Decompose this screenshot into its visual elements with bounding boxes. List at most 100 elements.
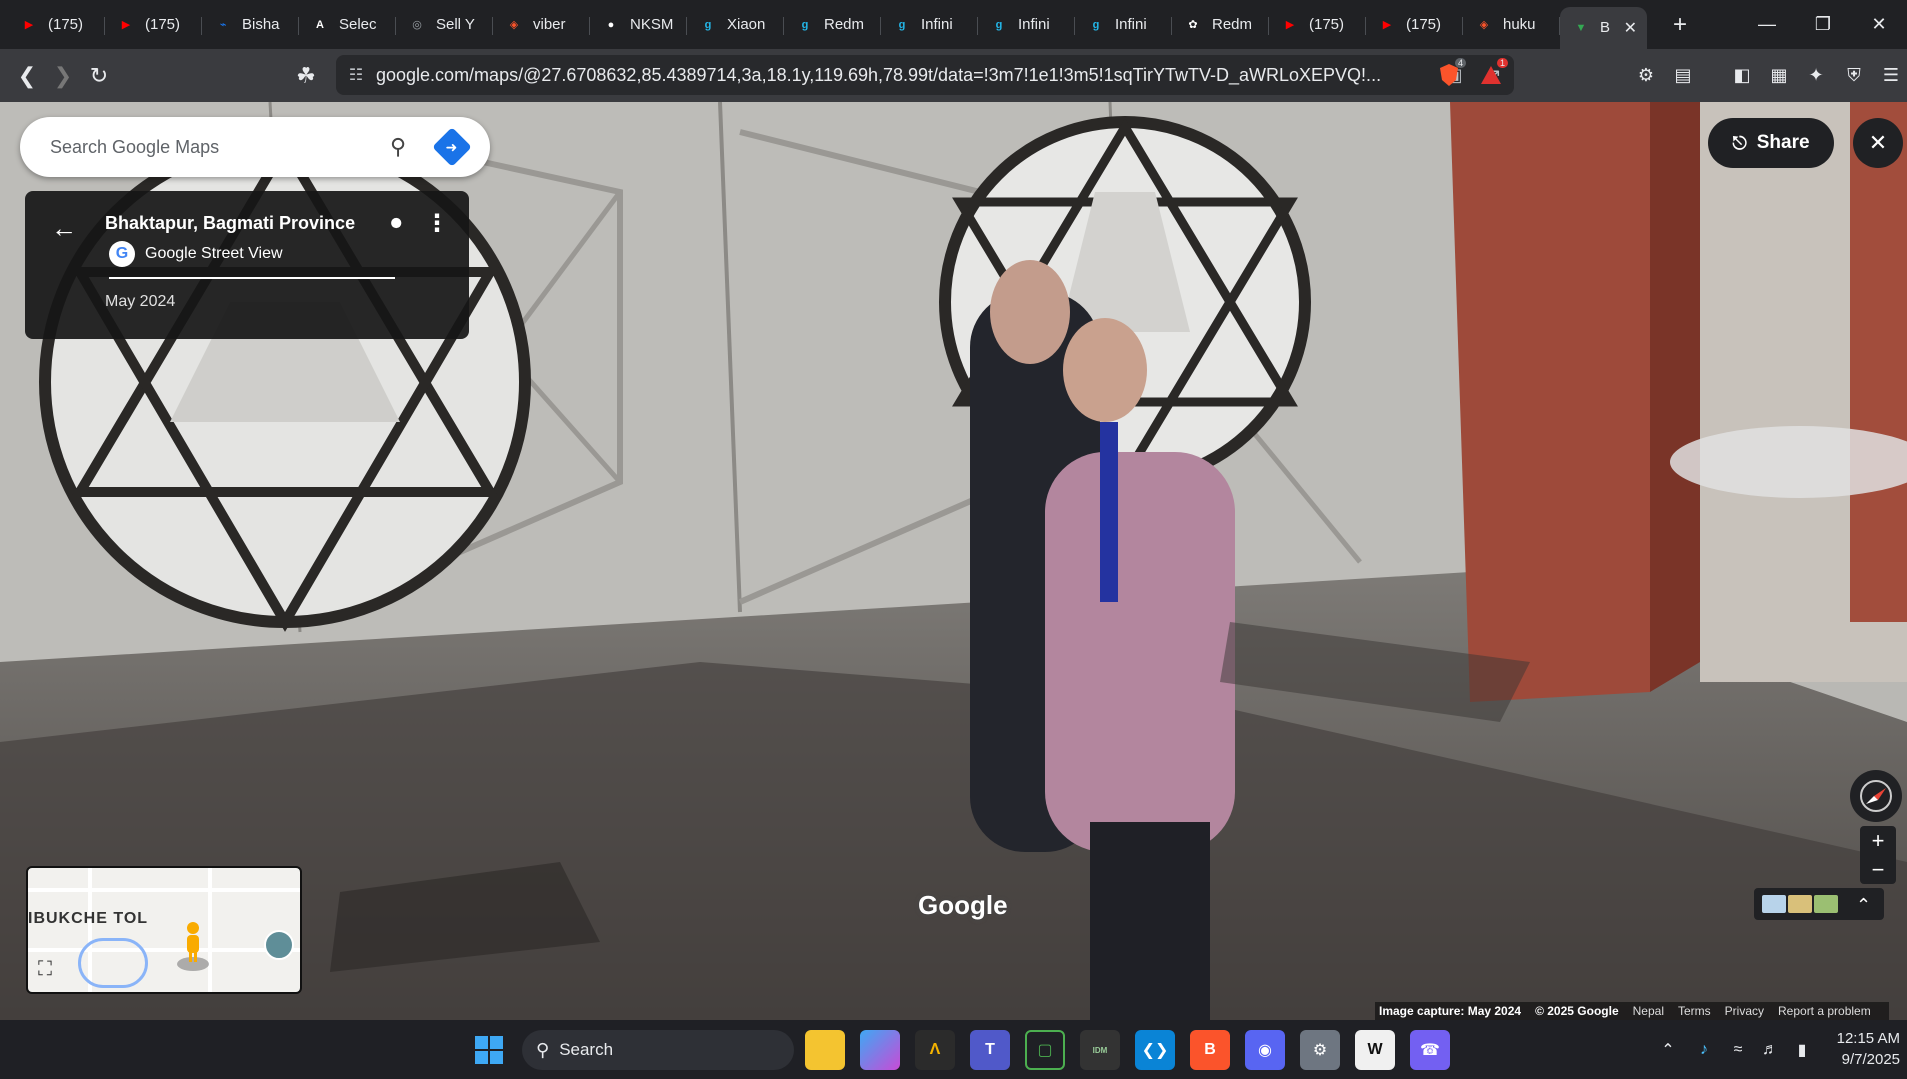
close-window-button[interactable]: ✕ — [1851, 0, 1907, 49]
browser-tab[interactable]: g Redm — [784, 7, 881, 43]
wallet-icon[interactable]: ▦ — [1764, 60, 1794, 90]
browser-tab-active[interactable]: ▼ B ✕ — [1560, 6, 1647, 49]
file-explorer-icon[interactable] — [805, 1030, 845, 1070]
viber-icon[interactable]: ☎ — [1410, 1030, 1450, 1070]
browser-tab[interactable]: ▶ (175) — [1366, 7, 1463, 43]
browser-tab[interactable]: A Selec — [299, 7, 396, 43]
capture-date-button[interactable]: May 2024 — [105, 293, 175, 311]
place-title[interactable]: Bhaktapur, Bagmati Province — [105, 213, 355, 234]
google-maps-icon: ▼ — [1575, 21, 1587, 34]
browser-tab[interactable]: g Infini — [881, 7, 978, 43]
report-problem-link[interactable]: Report a problem — [1778, 1004, 1871, 1018]
messenger-icon: ⌁ — [219, 19, 227, 31]
xbox-game-bar-icon[interactable]: ▢ — [1025, 1030, 1065, 1070]
map-thumbnail[interactable] — [1814, 895, 1838, 913]
image-capture-label: Image capture: May 2024 — [1379, 1004, 1522, 1018]
chevron-up-icon[interactable]: ⌃ — [1856, 895, 1880, 915]
tab-title: Infini — [921, 16, 953, 33]
search-input[interactable]: Search Google Maps — [50, 137, 376, 158]
forward-button[interactable]: ❯ — [45, 58, 81, 94]
browser-tab[interactable]: ✿ Redm — [1172, 7, 1269, 43]
reader-icon[interactable]: ▤ — [1668, 60, 1698, 90]
site-settings-icon[interactable]: ☷ — [336, 65, 376, 85]
chevron-up-icon[interactable]: ⌃ — [1650, 1040, 1686, 1060]
map-thumbnail[interactable] — [1762, 895, 1786, 913]
leo-ai-icon[interactable]: ✦ — [1801, 60, 1831, 90]
app-icon[interactable]: Λ — [915, 1030, 955, 1070]
menu-icon[interactable]: ☰ — [1876, 60, 1906, 90]
vscode-icon[interactable]: ❮❯ — [1135, 1030, 1175, 1070]
back-button[interactable]: ❮ — [9, 58, 45, 94]
compass-button[interactable] — [1850, 770, 1902, 822]
windows-start-icon[interactable] — [469, 1030, 509, 1070]
gsmarena-icon: g — [704, 18, 712, 31]
reload-button[interactable]: ↻ — [81, 58, 117, 94]
terms-link[interactable]: Terms — [1678, 1004, 1711, 1018]
time-label: 12:15 AM — [1836, 1030, 1900, 1047]
copilot-icon[interactable] — [860, 1030, 900, 1070]
teams-icon[interactable]: T — [970, 1030, 1010, 1070]
microphone-icon[interactable]: ♪ — [1686, 1041, 1722, 1059]
search-icon[interactable]: ⚲ — [376, 125, 420, 169]
browser-tab[interactable]: ▶ (175) — [1269, 7, 1366, 43]
app-icon[interactable]: W — [1355, 1030, 1395, 1070]
maximize-button[interactable]: ❐ — [1795, 0, 1851, 49]
youtube-icon: ▶ — [121, 19, 131, 31]
search-icon: ⚲ — [536, 1039, 550, 1060]
mini-map[interactable]: IBUKCHE TOL ⛶ — [26, 866, 302, 994]
school-icon[interactable] — [264, 930, 294, 960]
vpn-icon[interactable]: ⛨ — [1839, 60, 1869, 90]
maps-footer: Image capture: May 2024 © 2025 Google Ne… — [1375, 1002, 1889, 1020]
browser-tab[interactable]: ◎ Sell Y — [396, 7, 493, 43]
bookmark-icon[interactable]: ☘ — [288, 58, 324, 94]
url-text[interactable]: google.com/maps/@27.6708632,85.4389714,3… — [376, 65, 1434, 86]
street-view-panorama[interactable]: Search Google Maps ⚲ ➜ ← Bhaktapur, Bagm… — [0, 102, 1907, 1020]
share-button[interactable]: ⎋ Share — [1708, 118, 1834, 168]
extensions-icon[interactable]: ⚙ — [1631, 60, 1661, 90]
brave-browser-icon[interactable]: B — [1190, 1030, 1230, 1070]
browser-tab[interactable]: ◈ huku — [1463, 7, 1560, 43]
location-pin-icon[interactable]: ⚫ — [387, 211, 405, 237]
clock[interactable]: 12:15 AM 9/7/2025 — [1820, 1028, 1900, 1070]
browser-tab[interactable]: g Xiaon — [687, 7, 784, 43]
minimize-button[interactable]: — — [1739, 0, 1795, 49]
new-tab-button[interactable]: + — [1665, 11, 1695, 39]
battery-icon[interactable]: ▮ — [1786, 1040, 1818, 1060]
brave-shields-icon[interactable]: 4 — [1434, 58, 1466, 90]
zoom-in-button[interactable]: + — [1872, 826, 1885, 855]
browser-tab[interactable]: g Infini — [1075, 7, 1172, 43]
youtube-icon: ▶ — [24, 19, 34, 31]
tab-title: (175) — [48, 16, 84, 33]
expand-map-icon[interactable]: ⛶ — [38, 958, 66, 986]
imagery-thumbnails[interactable]: ⌃ — [1754, 888, 1884, 920]
settings-icon[interactable]: ⚙ — [1300, 1030, 1340, 1070]
brave-rewards-icon[interactable]: 1 — [1476, 58, 1508, 90]
close-street-view-button[interactable]: ✕ — [1853, 118, 1903, 168]
discord-icon[interactable]: ◉ — [1245, 1030, 1285, 1070]
country-link[interactable]: Nepal — [1633, 1004, 1664, 1018]
mini-map-area-label: IBUKCHE TOL — [28, 910, 149, 927]
zoom-out-button[interactable]: − — [1872, 855, 1885, 884]
browser-tab[interactable]: ⌁ Bisha — [202, 7, 299, 43]
tab-title: Bisha — [242, 16, 280, 33]
app-icon[interactable]: IDM — [1080, 1030, 1120, 1070]
volume-icon[interactable]: ♬ — [1754, 1041, 1786, 1059]
back-arrow-icon[interactable]: ← — [51, 213, 77, 244]
browser-tab[interactable]: ● NKSM — [590, 7, 687, 43]
maps-search-box[interactable]: Search Google Maps ⚲ ➜ — [20, 117, 490, 177]
browser-tab[interactable]: g Infini — [978, 7, 1075, 43]
map-thumbnail[interactable] — [1788, 895, 1812, 913]
browser-tab[interactable]: ▶ (175) — [8, 7, 105, 43]
more-options-icon[interactable]: ⋮ — [425, 209, 449, 238]
wifi-icon[interactable]: ≈ — [1722, 1041, 1754, 1059]
sidebar-icon[interactable]: ◧ — [1727, 60, 1757, 90]
app-icon: A — [316, 18, 324, 31]
close-tab-icon[interactable]: ✕ — [1624, 18, 1637, 38]
privacy-link[interactable]: Privacy — [1725, 1004, 1764, 1018]
browser-tab[interactable]: ◈ viber — [493, 7, 590, 43]
taskbar-search[interactable]: ⚲ Search — [522, 1030, 794, 1070]
google-watermark: Google — [918, 890, 1008, 920]
directions-icon[interactable]: ➜ — [432, 127, 472, 167]
browser-tab[interactable]: ▶ (175) — [105, 7, 202, 43]
address-bar[interactable]: ☷ google.com/maps/@27.6708632,85.4389714… — [336, 55, 1514, 95]
